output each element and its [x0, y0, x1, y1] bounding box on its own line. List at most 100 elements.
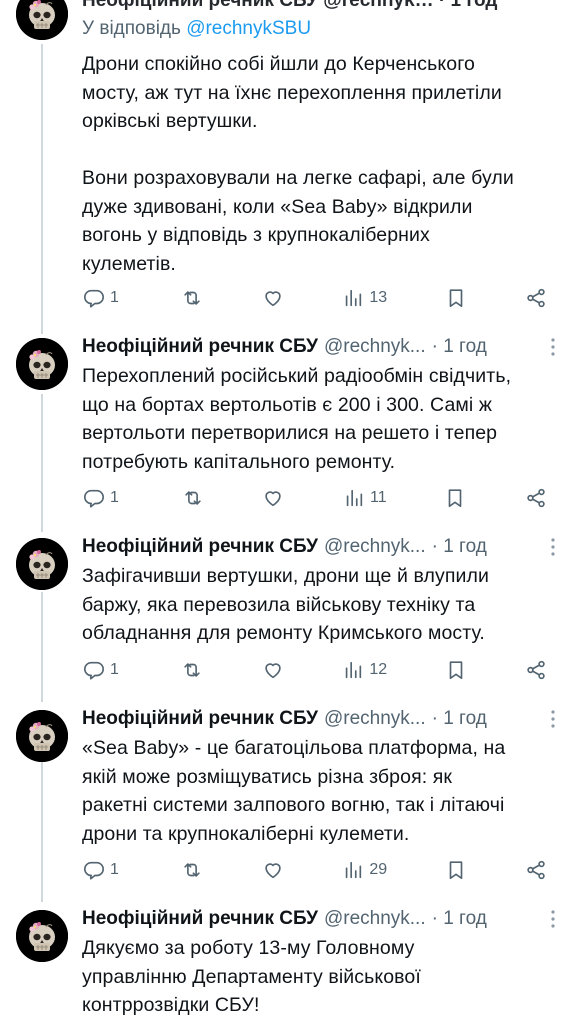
- reply-icon: [82, 286, 106, 310]
- heart-icon: [261, 286, 285, 310]
- heart-icon: [261, 486, 285, 510]
- reply-button[interactable]: 1: [82, 284, 124, 312]
- retweet-button[interactable]: [180, 856, 204, 884]
- reply-count: 1: [110, 489, 119, 506]
- tweet-text: Перехоплений російський радіообмін свідч…: [82, 365, 512, 473]
- views-count: 12: [369, 661, 388, 678]
- bookmark-button[interactable]: [444, 856, 468, 884]
- tweet[interactable]: Неофіційний речник СБУ @rechnyk... · 1 г…: [0, 706, 574, 896]
- share-icon: [524, 286, 548, 310]
- tweet-text: «Sea Baby» - це багатоцільова платформа,…: [82, 737, 506, 845]
- reply-to-label: У відповідь: [82, 18, 181, 39]
- tweet-header: Неофіційний речник СБУ @rechnyk... · 1 г…: [82, 334, 560, 360]
- retweet-icon: [180, 858, 204, 882]
- tweet-header: Неофіційний речник СБУ @rechnyk… · 1 год: [82, 0, 560, 14]
- author-handle[interactable]: @rechnyk...: [324, 708, 426, 730]
- share-button[interactable]: [524, 656, 548, 684]
- more-vertical-icon[interactable]: [546, 708, 560, 730]
- avatar[interactable]: [16, 0, 68, 40]
- retweet-icon: [180, 658, 204, 682]
- bookmark-icon: [443, 486, 467, 510]
- tweet-text: Дрони спокійно собі йшли до Керченського…: [82, 53, 514, 275]
- reply-icon: [82, 858, 106, 882]
- reply-count: 1: [110, 861, 119, 878]
- heart-icon: [261, 858, 285, 882]
- views-count: 13: [369, 289, 388, 306]
- share-button[interactable]: [524, 484, 548, 512]
- reply-to: У відповідь @rechnykSBU: [82, 16, 560, 42]
- views-icon: [341, 858, 365, 882]
- views-button[interactable]: 11: [342, 484, 387, 512]
- author-name[interactable]: Неофіційний речник СБУ: [82, 536, 318, 558]
- tweet[interactable]: Неофіційний речник СБУ @rechnyk... · 1 г…: [0, 906, 574, 1024]
- tweet-time[interactable]: · 1 год: [432, 908, 487, 930]
- reply-button[interactable]: 1: [82, 484, 124, 512]
- author-handle[interactable]: @rechnyk...: [324, 908, 426, 930]
- like-button[interactable]: [261, 856, 285, 884]
- tweet-time[interactable]: · 1 год: [432, 708, 487, 730]
- reply-icon: [82, 658, 106, 682]
- tweet-actions: 1 11: [82, 484, 548, 512]
- tweet-text: Дякуємо за роботу 13-му Головному управл…: [82, 937, 421, 1016]
- bookmark-button[interactable]: [444, 284, 468, 312]
- like-button[interactable]: [261, 656, 285, 684]
- tweet[interactable]: Неофіційний речник СБУ @rechnyk... · 1 г…: [0, 534, 574, 694]
- bookmark-button[interactable]: [444, 656, 468, 684]
- reply-count: 1: [110, 289, 119, 306]
- author-handle[interactable]: @rechnyk...: [324, 536, 426, 558]
- author-handle[interactable]: @rechnyk...: [324, 336, 426, 358]
- like-button[interactable]: [261, 484, 285, 512]
- heart-icon: [261, 658, 285, 682]
- views-icon: [342, 486, 366, 510]
- tweet-actions: 1 13: [82, 284, 548, 312]
- bookmark-icon: [444, 658, 468, 682]
- bookmark-icon: [444, 858, 468, 882]
- views-count: 11: [370, 489, 387, 506]
- tweet-actions: 1 12: [82, 656, 548, 684]
- views-icon: [341, 286, 365, 310]
- author-name[interactable]: Неофіційний речник СБУ: [82, 336, 318, 358]
- views-button[interactable]: 13: [341, 284, 387, 312]
- reply-button[interactable]: 1: [82, 656, 124, 684]
- avatar[interactable]: [16, 710, 68, 762]
- author-name[interactable]: Неофіційний речник СБУ: [82, 708, 318, 730]
- author-name[interactable]: Неофіційний речник СБУ: [82, 908, 318, 930]
- share-button[interactable]: [524, 284, 548, 312]
- reply-icon: [82, 486, 106, 510]
- tweet-header: Неофіційний речник СБУ @rechnyk... · 1 г…: [82, 906, 560, 932]
- retweet-icon: [180, 286, 204, 310]
- tweet-time[interactable]: · 1 год: [432, 336, 487, 358]
- views-button[interactable]: 12: [341, 656, 387, 684]
- avatar[interactable]: [16, 538, 68, 590]
- tweet-header: Неофіційний речник СБУ @rechnyk... · 1 г…: [82, 706, 560, 732]
- retweet-button[interactable]: [181, 484, 205, 512]
- views-button[interactable]: 29: [341, 856, 387, 884]
- retweet-icon: [181, 486, 205, 510]
- retweet-button[interactable]: [180, 656, 204, 684]
- more-vertical-icon[interactable]: [546, 908, 560, 930]
- tweet-time[interactable]: · 1 год: [432, 536, 487, 558]
- share-icon: [524, 486, 548, 510]
- reply-count: 1: [110, 661, 119, 678]
- share-button[interactable]: [524, 856, 548, 884]
- share-icon: [524, 658, 548, 682]
- retweet-button[interactable]: [180, 284, 204, 312]
- avatar[interactable]: [16, 910, 68, 962]
- reply-to-mention[interactable]: @rechnykSBU: [186, 18, 311, 39]
- reply-button[interactable]: 1: [82, 856, 124, 884]
- tweet-text: Зафігачивши вертушки, дрони ще й влупили…: [82, 565, 489, 644]
- tweet[interactable]: Неофіційний речник СБУ @rechnyk… · 1 год…: [0, 0, 574, 330]
- bookmark-button[interactable]: [443, 484, 467, 512]
- tweet-header-cut: Неофіційний речник СБУ @rechnyk… · 1 год: [82, 0, 498, 11]
- avatar[interactable]: [16, 338, 68, 390]
- tweet-header: Неофіційний речник СБУ @rechnyk... · 1 г…: [82, 534, 560, 560]
- like-button[interactable]: [261, 284, 285, 312]
- more-vertical-icon[interactable]: [546, 536, 560, 558]
- views-icon: [341, 658, 365, 682]
- bookmark-icon: [444, 286, 468, 310]
- views-count: 29: [369, 861, 388, 878]
- more-vertical-icon[interactable]: [546, 336, 560, 358]
- share-icon: [524, 858, 548, 882]
- tweet[interactable]: Неофіційний речник СБУ @rechnyk... · 1 г…: [0, 334, 574, 524]
- tweet-actions: 1 29: [82, 856, 548, 884]
